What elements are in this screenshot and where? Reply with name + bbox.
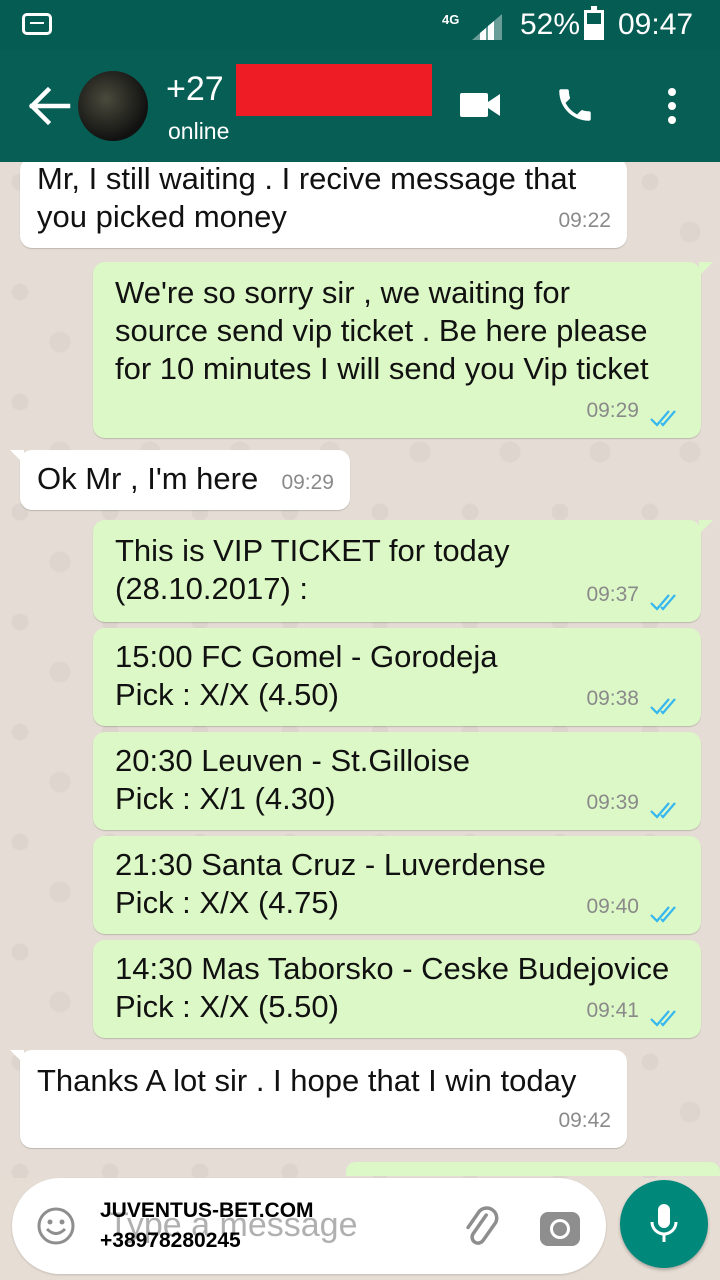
- double-check-icon: [650, 698, 676, 715]
- contact-name[interactable]: +27: [166, 70, 224, 109]
- message-list[interactable]: Mr, I still waiting . I recive message t…: [0, 162, 720, 1178]
- contact-status: online: [168, 118, 230, 144]
- double-check-icon: [650, 1010, 676, 1027]
- double-check-icon: [650, 410, 676, 427]
- message-text: Thanks A lot sir . I hope that I win tod…: [37, 1063, 577, 1098]
- camera-icon[interactable]: [538, 1206, 582, 1250]
- message-outgoing[interactable]: We're so sorry sir , we waiting for sour…: [93, 262, 713, 438]
- mic-icon: [650, 1204, 678, 1242]
- attach-icon[interactable]: [458, 1202, 506, 1250]
- compose-bar: Type a message JUVENTUS-BET.COM +3897828…: [0, 1162, 720, 1280]
- video-call-icon[interactable]: [460, 90, 500, 120]
- message-outgoing[interactable]: 14:30 Mas Taborsko - Ceske Budejovice Pi…: [93, 940, 701, 1038]
- message-text: 21:30 Santa Cruz - Luverdense Pick : X/X…: [115, 847, 546, 920]
- network-type: 4G: [442, 12, 460, 27]
- message-outgoing[interactable]: 15:00 FC Gomel - Gorodeja Pick : X/X (4.…: [93, 628, 701, 726]
- message-outgoing[interactable]: This is VIP TICKET for today (28.10.2017…: [93, 520, 713, 622]
- message-text: We're so sorry sir , we waiting for sour…: [115, 275, 649, 386]
- message-time: 09:41: [586, 999, 639, 1022]
- status-bar: 4G 52% 09:47: [0, 0, 720, 50]
- message-text: Mr, I still waiting . I recive message t…: [37, 162, 577, 234]
- message-incoming[interactable]: Thanks A lot sir . I hope that I win tod…: [10, 1050, 627, 1148]
- message-text: Ok Mr , I'm here: [37, 461, 259, 496]
- message-time: 09:42: [558, 1109, 611, 1132]
- status-clock: 09:47: [618, 8, 694, 41]
- message-time: 09:29: [281, 471, 334, 494]
- watermark-text: JUVENTUS-BET.COM +38978280245: [100, 1199, 314, 1252]
- battery-percent: 52%: [520, 8, 581, 41]
- message-outgoing[interactable]: 20:30 Leuven - St.Gilloise Pick : X/1 (4…: [93, 732, 701, 830]
- message-time: 09:40: [586, 895, 639, 918]
- contact-avatar[interactable]: [78, 71, 148, 141]
- message-text: 15:00 FC Gomel - Gorodeja Pick : X/X (4.…: [115, 639, 498, 712]
- signal-icon: [472, 14, 502, 40]
- message-incoming[interactable]: Ok Mr , I'm here 09:29: [10, 450, 350, 510]
- message-time: 09:37: [586, 583, 639, 606]
- double-check-icon: [650, 594, 676, 611]
- battery-icon: [584, 6, 604, 40]
- message-time: 09:39: [586, 791, 639, 814]
- mic-button[interactable]: [620, 1180, 708, 1268]
- message-time: 09:22: [558, 209, 611, 232]
- partial-outgoing-message: [346, 1162, 720, 1176]
- message-input[interactable]: Type a message JUVENTUS-BET.COM +3897828…: [12, 1178, 606, 1274]
- more-vert-icon[interactable]: [664, 86, 680, 126]
- chat-header: +27 online: [0, 50, 720, 162]
- phone-icon[interactable]: [554, 84, 596, 126]
- message-notification-icon: [22, 13, 52, 35]
- message-time: 09:38: [586, 687, 639, 710]
- back-arrow-icon[interactable]: [28, 86, 72, 126]
- double-check-icon: [650, 802, 676, 819]
- message-outgoing[interactable]: 21:30 Santa Cruz - Luverdense Pick : X/X…: [93, 836, 701, 934]
- message-incoming[interactable]: Mr, I still waiting . I recive message t…: [20, 162, 627, 248]
- message-time: 09:29: [586, 399, 639, 422]
- message-text: 20:30 Leuven - St.Gilloise Pick : X/1 (4…: [115, 743, 470, 816]
- emoji-icon[interactable]: [36, 1206, 76, 1246]
- redaction-block: [236, 64, 432, 116]
- message-text: This is VIP TICKET for today (28.10.2017…: [115, 533, 510, 606]
- double-check-icon: [650, 906, 676, 923]
